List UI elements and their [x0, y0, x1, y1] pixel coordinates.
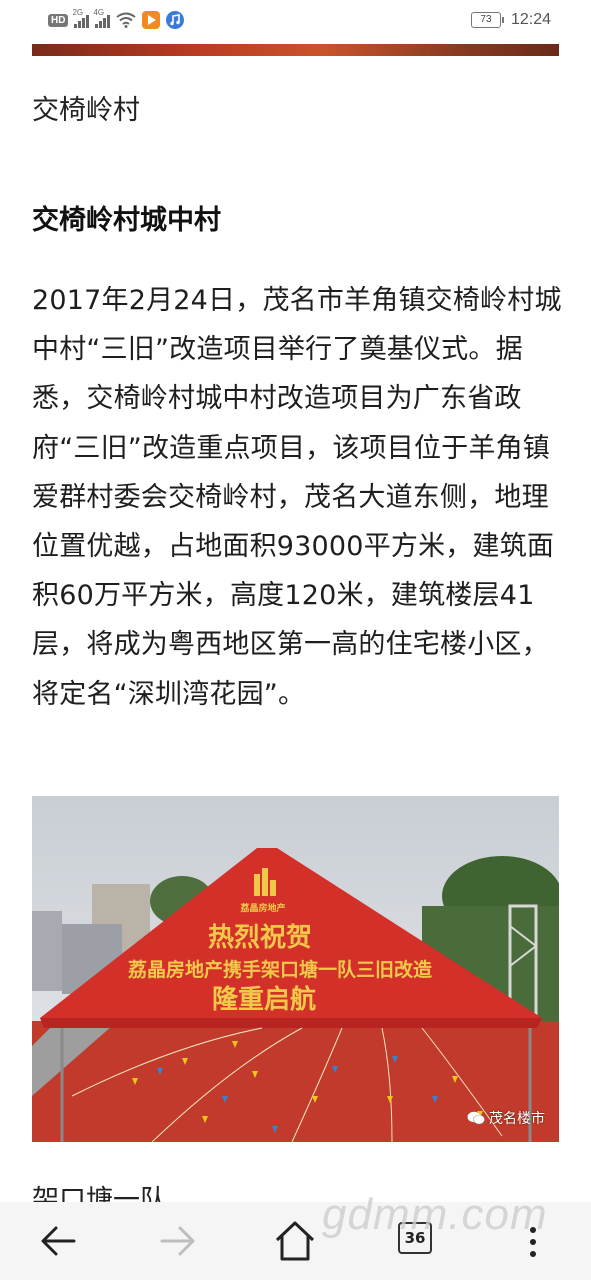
- signal2-label: 4G: [93, 8, 105, 17]
- next-photo-caption: 架口塘一队: [32, 1185, 167, 1202]
- banner-line2: 荔晶房地产携手架口塘一队三旧改造: [128, 958, 433, 981]
- back-button[interactable]: [36, 1218, 86, 1268]
- status-left-icons: HD 2G 4G: [48, 8, 185, 29]
- hd-badge: HD: [48, 13, 69, 27]
- tent-scene: 荔晶房地产 热烈祝贺 荔晶房地产携手架口塘一队三旧改造 隆重启航: [32, 796, 559, 1142]
- signal-icon: 2G: [72, 8, 90, 28]
- status-bar: HD 2G 4G 73 12:24: [0, 0, 591, 44]
- status-right: 73 12:24: [470, 11, 551, 29]
- wifi-icon: [116, 12, 137, 28]
- forward-arrow-icon: [160, 1226, 195, 1256]
- photo-caption: 交椅岭村: [32, 95, 140, 126]
- signal1-label: 2G: [72, 8, 84, 17]
- clock: 12:24: [510, 11, 551, 28]
- watermark-text: 茂名楼市: [489, 1111, 545, 1127]
- signal-icon-2: 4G: [93, 8, 111, 28]
- banner-line1: 热烈祝贺: [208, 923, 312, 953]
- home-button[interactable]: [272, 1218, 322, 1268]
- brand-text: 荔晶房地产: [239, 902, 285, 914]
- article-paragraph: 2017年2月24日，茂名市羊角镇交椅岭村城中村“三旧”改造项目举行了奠基仪式。…: [32, 285, 562, 710]
- home-icon: [275, 1221, 315, 1261]
- video-app-icon: [142, 11, 161, 29]
- battery-icon: 73: [470, 12, 504, 28]
- previous-photo[interactable]: [32, 44, 559, 56]
- wechat-icon: [467, 1111, 485, 1125]
- section-heading: 交椅岭村城中村: [32, 205, 221, 236]
- site-watermark: gdmm.com: [322, 1190, 548, 1239]
- music-app-icon: [166, 11, 185, 29]
- article-photo[interactable]: 荔晶房地产 热烈祝贺 荔晶房地产携手架口塘一队三旧改造 隆重启航 茂名楼市: [32, 796, 559, 1142]
- photo-watermark: 茂名楼市: [467, 1108, 545, 1128]
- forward-button[interactable]: [154, 1218, 204, 1268]
- back-arrow-icon: [41, 1226, 76, 1256]
- banner-line3: 隆重启航: [212, 984, 316, 1015]
